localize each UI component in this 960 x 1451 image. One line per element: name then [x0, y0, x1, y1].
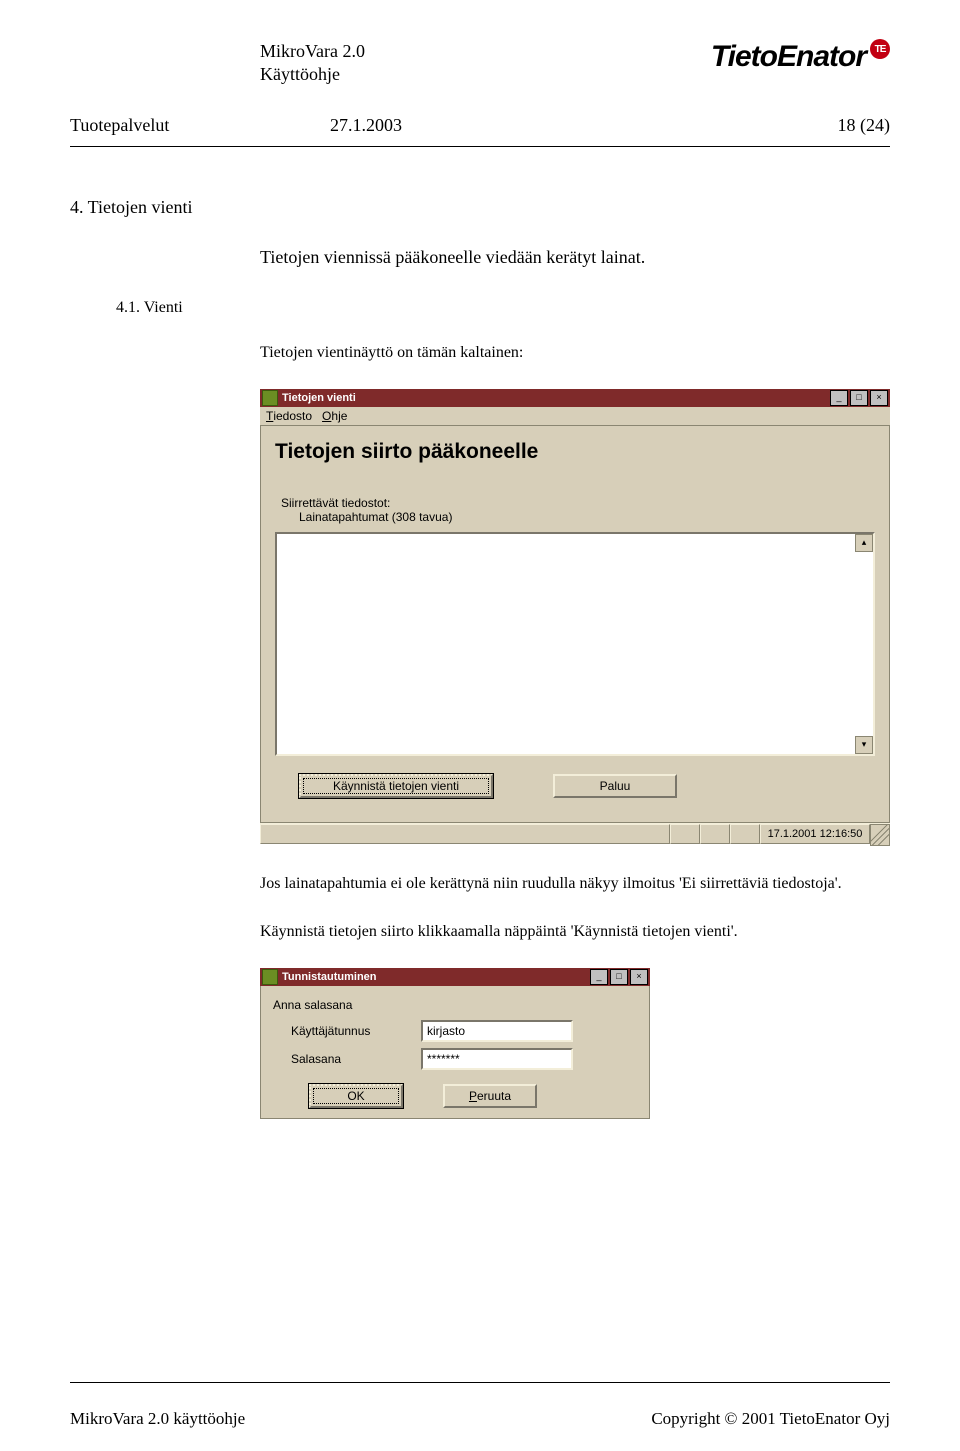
maximize-button[interactable]: □ — [610, 969, 628, 985]
minimize-button[interactable]: _ — [830, 390, 848, 406]
meta-department: Tuotepalvelut — [70, 115, 330, 136]
status-datetime: 17.1.2001 12:16:50 — [760, 824, 870, 844]
section-4-para: Tietojen viennissä pääkoneelle viedään k… — [70, 244, 890, 271]
section-4-1-title: 4.1. Vienti — [116, 299, 890, 317]
footer-rule — [70, 1382, 890, 1383]
password-label: Salasana — [273, 1052, 421, 1066]
footer-right: Copyright © 2001 TietoEnator Oyj — [651, 1409, 890, 1429]
brand-name: TietoEnator — [711, 40, 866, 74]
maximize-button[interactable]: □ — [850, 390, 868, 406]
resize-grip-icon[interactable] — [870, 824, 890, 846]
auth-window-title: Tunnistautuminen — [282, 971, 588, 983]
file-line: Lainatapahtumat (308 tavua) — [275, 510, 875, 524]
export-window-titlebar: Tietojen vienti _ □ × — [260, 389, 890, 407]
auth-window: Tunnistautuminen _ □ × Anna salasana Käy… — [260, 968, 650, 1119]
cancel-button[interactable]: Peruuta — [443, 1084, 537, 1108]
export-window-title: Tietojen vienti — [282, 392, 828, 404]
status-cell-2 — [700, 824, 730, 844]
auth-prompt: Anna salasana — [273, 998, 637, 1012]
scroll-down-icon[interactable]: ▾ — [855, 736, 873, 754]
scroll-up-icon[interactable]: ▴ — [855, 534, 873, 552]
header-rule — [70, 146, 890, 147]
files-label: Siirrettävät tiedostot: — [275, 496, 875, 510]
footer-left: MikroVara 2.0 käyttöohje — [70, 1409, 245, 1429]
meta-pagenum: 18 (24) — [838, 115, 891, 136]
back-button[interactable]: Paluu — [553, 774, 677, 798]
menu-tiedosto[interactable]: Tiedosto — [266, 409, 312, 423]
brand-badge: TE — [870, 39, 890, 59]
app-icon — [262, 390, 278, 406]
close-button[interactable]: × — [630, 969, 648, 985]
status-cell-3 — [730, 824, 760, 844]
minimize-button[interactable]: _ — [590, 969, 608, 985]
brand-logo: TietoEnator TE — [711, 40, 890, 74]
ok-button[interactable]: OK — [309, 1084, 403, 1108]
status-cell-empty — [260, 824, 670, 844]
username-input[interactable]: kirjasto — [421, 1020, 573, 1042]
export-panel-title: Tietojen siirto pääkoneelle — [265, 430, 885, 474]
password-input[interactable]: ******* — [421, 1048, 573, 1070]
close-button[interactable]: × — [870, 390, 888, 406]
log-listbox[interactable]: ▴ ▾ — [275, 532, 875, 756]
app-icon — [262, 969, 278, 985]
export-window-menubar: Tiedosto Ohje — [260, 407, 890, 426]
export-window: Tietojen vienti _ □ × Tiedosto Ohje Tiet… — [260, 389, 890, 844]
menu-ohje[interactable]: Ohje — [322, 409, 347, 423]
username-label: Käyttäjätunnus — [273, 1024, 421, 1038]
after-win1-p1: Jos lainatapahtumia ei ole kerättynä nii… — [70, 872, 890, 896]
doc-product: MikroVara 2.0 — [260, 40, 365, 63]
auth-window-titlebar: Tunnistautuminen _ □ × — [260, 968, 650, 986]
meta-date: 27.1.2003 — [330, 115, 838, 136]
section-4-title: 4. Tietojen vienti — [70, 197, 890, 218]
export-window-statusbar: 17.1.2001 12:16:50 — [260, 823, 890, 844]
start-export-button[interactable]: Käynnistä tietojen vienti — [299, 774, 493, 798]
status-cell-1 — [670, 824, 700, 844]
after-win1-p2: Käynnistä tietojen siirto klikkaamalla n… — [70, 920, 890, 944]
doc-title: Käyttöohje — [260, 63, 365, 86]
section-4-1-para: Tietojen vientinäyttö on tämän kaltainen… — [70, 341, 890, 365]
